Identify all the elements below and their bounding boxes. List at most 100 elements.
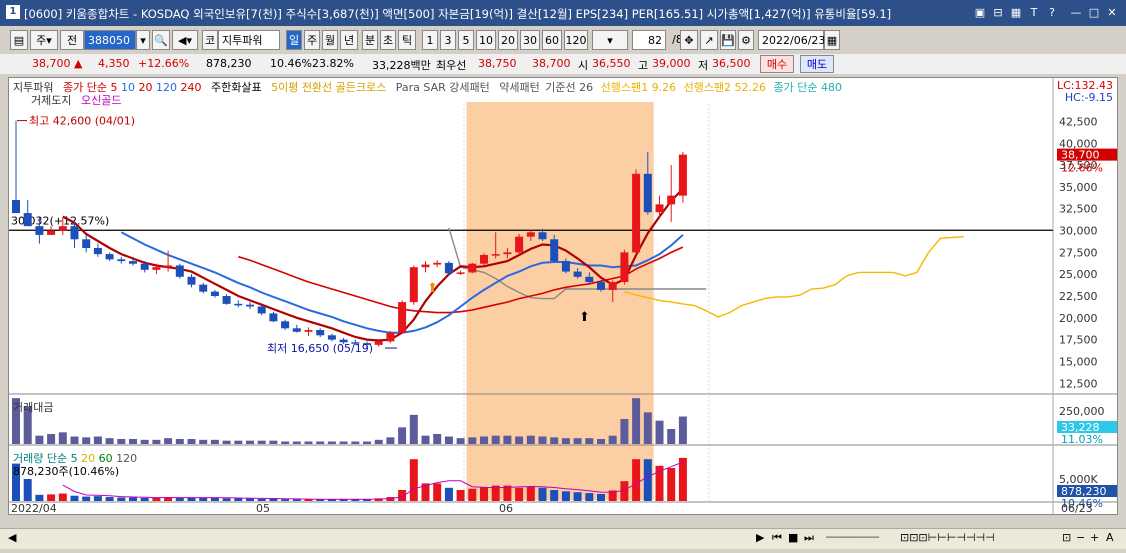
high-price: 39,000 <box>652 57 691 70</box>
search-icon[interactable]: 🔍 <box>152 30 170 50</box>
tab-week[interactable]: 주 <box>304 30 320 50</box>
chart-area[interactable]: 42,500 40,000 37,500 35,000 32,500 30,000 27,5… <box>8 77 1118 515</box>
legend-parasar: Para SAR 강세패턴 <box>395 81 490 94</box>
custom-period-select[interactable]: ▾ <box>592 30 628 50</box>
volume-bar <box>667 468 676 501</box>
amount-bar <box>585 438 594 444</box>
scroll-left-icon[interactable]: ◀ <box>8 531 16 544</box>
volume-bar <box>678 457 687 501</box>
legend-span1: 선행스팬1 9.26 <box>600 81 677 94</box>
text-icon[interactable]: T <box>1026 5 1042 20</box>
sell-button[interactable]: 매도 <box>800 55 834 73</box>
legend-ma480: 종가 단순 480 <box>773 81 843 94</box>
volume-bar <box>93 496 102 501</box>
zoom-in-icon[interactable]: + <box>1090 531 1099 544</box>
volume-bar <box>433 483 442 501</box>
trend-tool-icon[interactable]: ↗ <box>700 30 718 50</box>
legend-weak-pattern: 약세패턴 <box>499 81 540 94</box>
amount-bar <box>199 439 208 444</box>
restore-icon[interactable]: ⊟ <box>990 5 1006 20</box>
help-icon[interactable]: ? <box>1044 5 1060 20</box>
scroll-bar[interactable]: ◀ ▶ ⏮ ■ ⏭ ──────── ⊡⊡⊡⊢⊢⊢⊣⊣⊣⊣ ⊡ − + A <box>0 528 1126 549</box>
zoom-icon[interactable]: ✥ <box>680 30 698 50</box>
gear-icon[interactable]: ⚙ <box>738 30 754 50</box>
code-input[interactable]: 388050 <box>84 30 136 50</box>
save-icon[interactable]: ▦ <box>1008 5 1024 20</box>
x-label-may: 05 <box>256 502 270 514</box>
floppy-icon[interactable]: 💾 <box>720 30 736 50</box>
tab-day[interactable]: 일 <box>286 30 302 50</box>
minute-option[interactable]: 60 <box>542 30 562 50</box>
stock-name-field[interactable]: 지투파워 <box>218 30 280 50</box>
period-select[interactable]: 주▾ <box>30 30 58 50</box>
rate-value: 23.82% <box>312 57 354 70</box>
x-label-apr: 2022/04 <box>11 502 57 514</box>
chart-settings-icon[interactable]: ⊡ <box>1062 531 1071 544</box>
amount-bar <box>210 439 219 444</box>
candle-body <box>70 226 79 240</box>
code-dropdown-icon[interactable]: ▾ <box>136 30 150 50</box>
buy-button[interactable]: 매수 <box>760 55 794 73</box>
legend-golden-cross: 5이평 전환선 골든크로스 <box>271 81 387 94</box>
chart-menu-icon[interactable]: ▤ <box>10 30 28 50</box>
minute-option[interactable]: 5 <box>458 30 474 50</box>
amount-bar <box>632 398 641 444</box>
amount-bar <box>316 441 325 444</box>
amount-bar <box>444 436 453 444</box>
amount-bar <box>550 437 559 444</box>
chart-tools-icon[interactable]: ⊡⊡⊡⊢⊢⊢⊣⊣⊣⊣ <box>900 531 995 544</box>
volume-value-label: 878,230주(10.46%) <box>13 465 120 478</box>
zoom-out-icon[interactable]: − <box>1076 531 1085 544</box>
candle-body <box>210 291 219 296</box>
tab-tick[interactable]: 틱 <box>398 30 416 50</box>
tab-year[interactable]: 년 <box>340 30 358 50</box>
maximize-icon[interactable]: □ <box>1086 5 1102 20</box>
tab-minute[interactable]: 분 <box>362 30 378 50</box>
low-annotation: 최저 16,650 (05/19) <box>267 342 373 355</box>
candle-body <box>117 259 126 262</box>
amount-bar <box>386 437 395 444</box>
date-input[interactable]: 2022/06/23 <box>758 30 825 50</box>
font-size-icon[interactable]: A <box>1106 531 1114 544</box>
minute-option[interactable]: 1 <box>422 30 438 50</box>
x-label-jun: 06 <box>499 502 513 514</box>
calendar-icon[interactable]: ▦ <box>824 30 840 50</box>
amount-bar <box>620 419 629 444</box>
tab-month[interactable]: 월 <box>322 30 338 50</box>
candle-body <box>515 236 524 253</box>
stop-icon[interactable]: ■ <box>788 531 798 544</box>
minute-option[interactable]: 30 <box>520 30 540 50</box>
market-label[interactable]: 코 <box>202 30 218 50</box>
count-input[interactable]: 82 <box>632 30 666 50</box>
volume-bar <box>444 487 453 501</box>
window-title: [0600] 키움종합차트 - KOSDAQ 외국인보유[7(천)] 주식수[3… <box>24 7 892 21</box>
amount-bar <box>327 441 336 444</box>
minimize-icon[interactable]: — <box>1068 5 1084 20</box>
close-icon[interactable]: ✕ <box>1104 5 1120 20</box>
minute-option[interactable]: 3 <box>440 30 456 50</box>
first-icon[interactable]: ⏮ <box>772 531 782 545</box>
y-tick-label: 35,000 <box>1059 181 1098 194</box>
minute-option[interactable]: 10 <box>476 30 496 50</box>
volume-bar <box>129 497 137 501</box>
minute-option[interactable]: 120 <box>564 30 588 50</box>
last-icon[interactable]: ⏭ <box>804 531 814 545</box>
candle-body <box>655 204 664 213</box>
minute-option[interactable]: 20 <box>498 30 518 50</box>
speaker-icon[interactable]: ◀▾ <box>172 30 198 50</box>
scroll-slider[interactable]: ──────── <box>826 531 879 544</box>
tab-second[interactable]: 초 <box>380 30 396 50</box>
candle-body <box>678 154 687 196</box>
volume-bar <box>58 493 67 501</box>
scroll-right-icon[interactable]: ▶ <box>756 531 764 544</box>
low-label: 저 <box>698 59 709 72</box>
all-select[interactable]: 전 <box>60 30 84 50</box>
amount-bar <box>526 435 535 444</box>
layout-icon[interactable]: ▣ <box>972 5 988 20</box>
up-arrow-icon: ▲ <box>74 57 83 70</box>
candle-body <box>468 263 477 273</box>
title-bar: 1 [0600] 키움종합차트 - KOSDAQ 외국인보유[7(천)] 주식수… <box>0 0 1126 26</box>
amount-bar <box>468 437 477 444</box>
legend-ma20: 20 <box>138 81 153 94</box>
legend-ma120: 120 <box>155 81 177 94</box>
